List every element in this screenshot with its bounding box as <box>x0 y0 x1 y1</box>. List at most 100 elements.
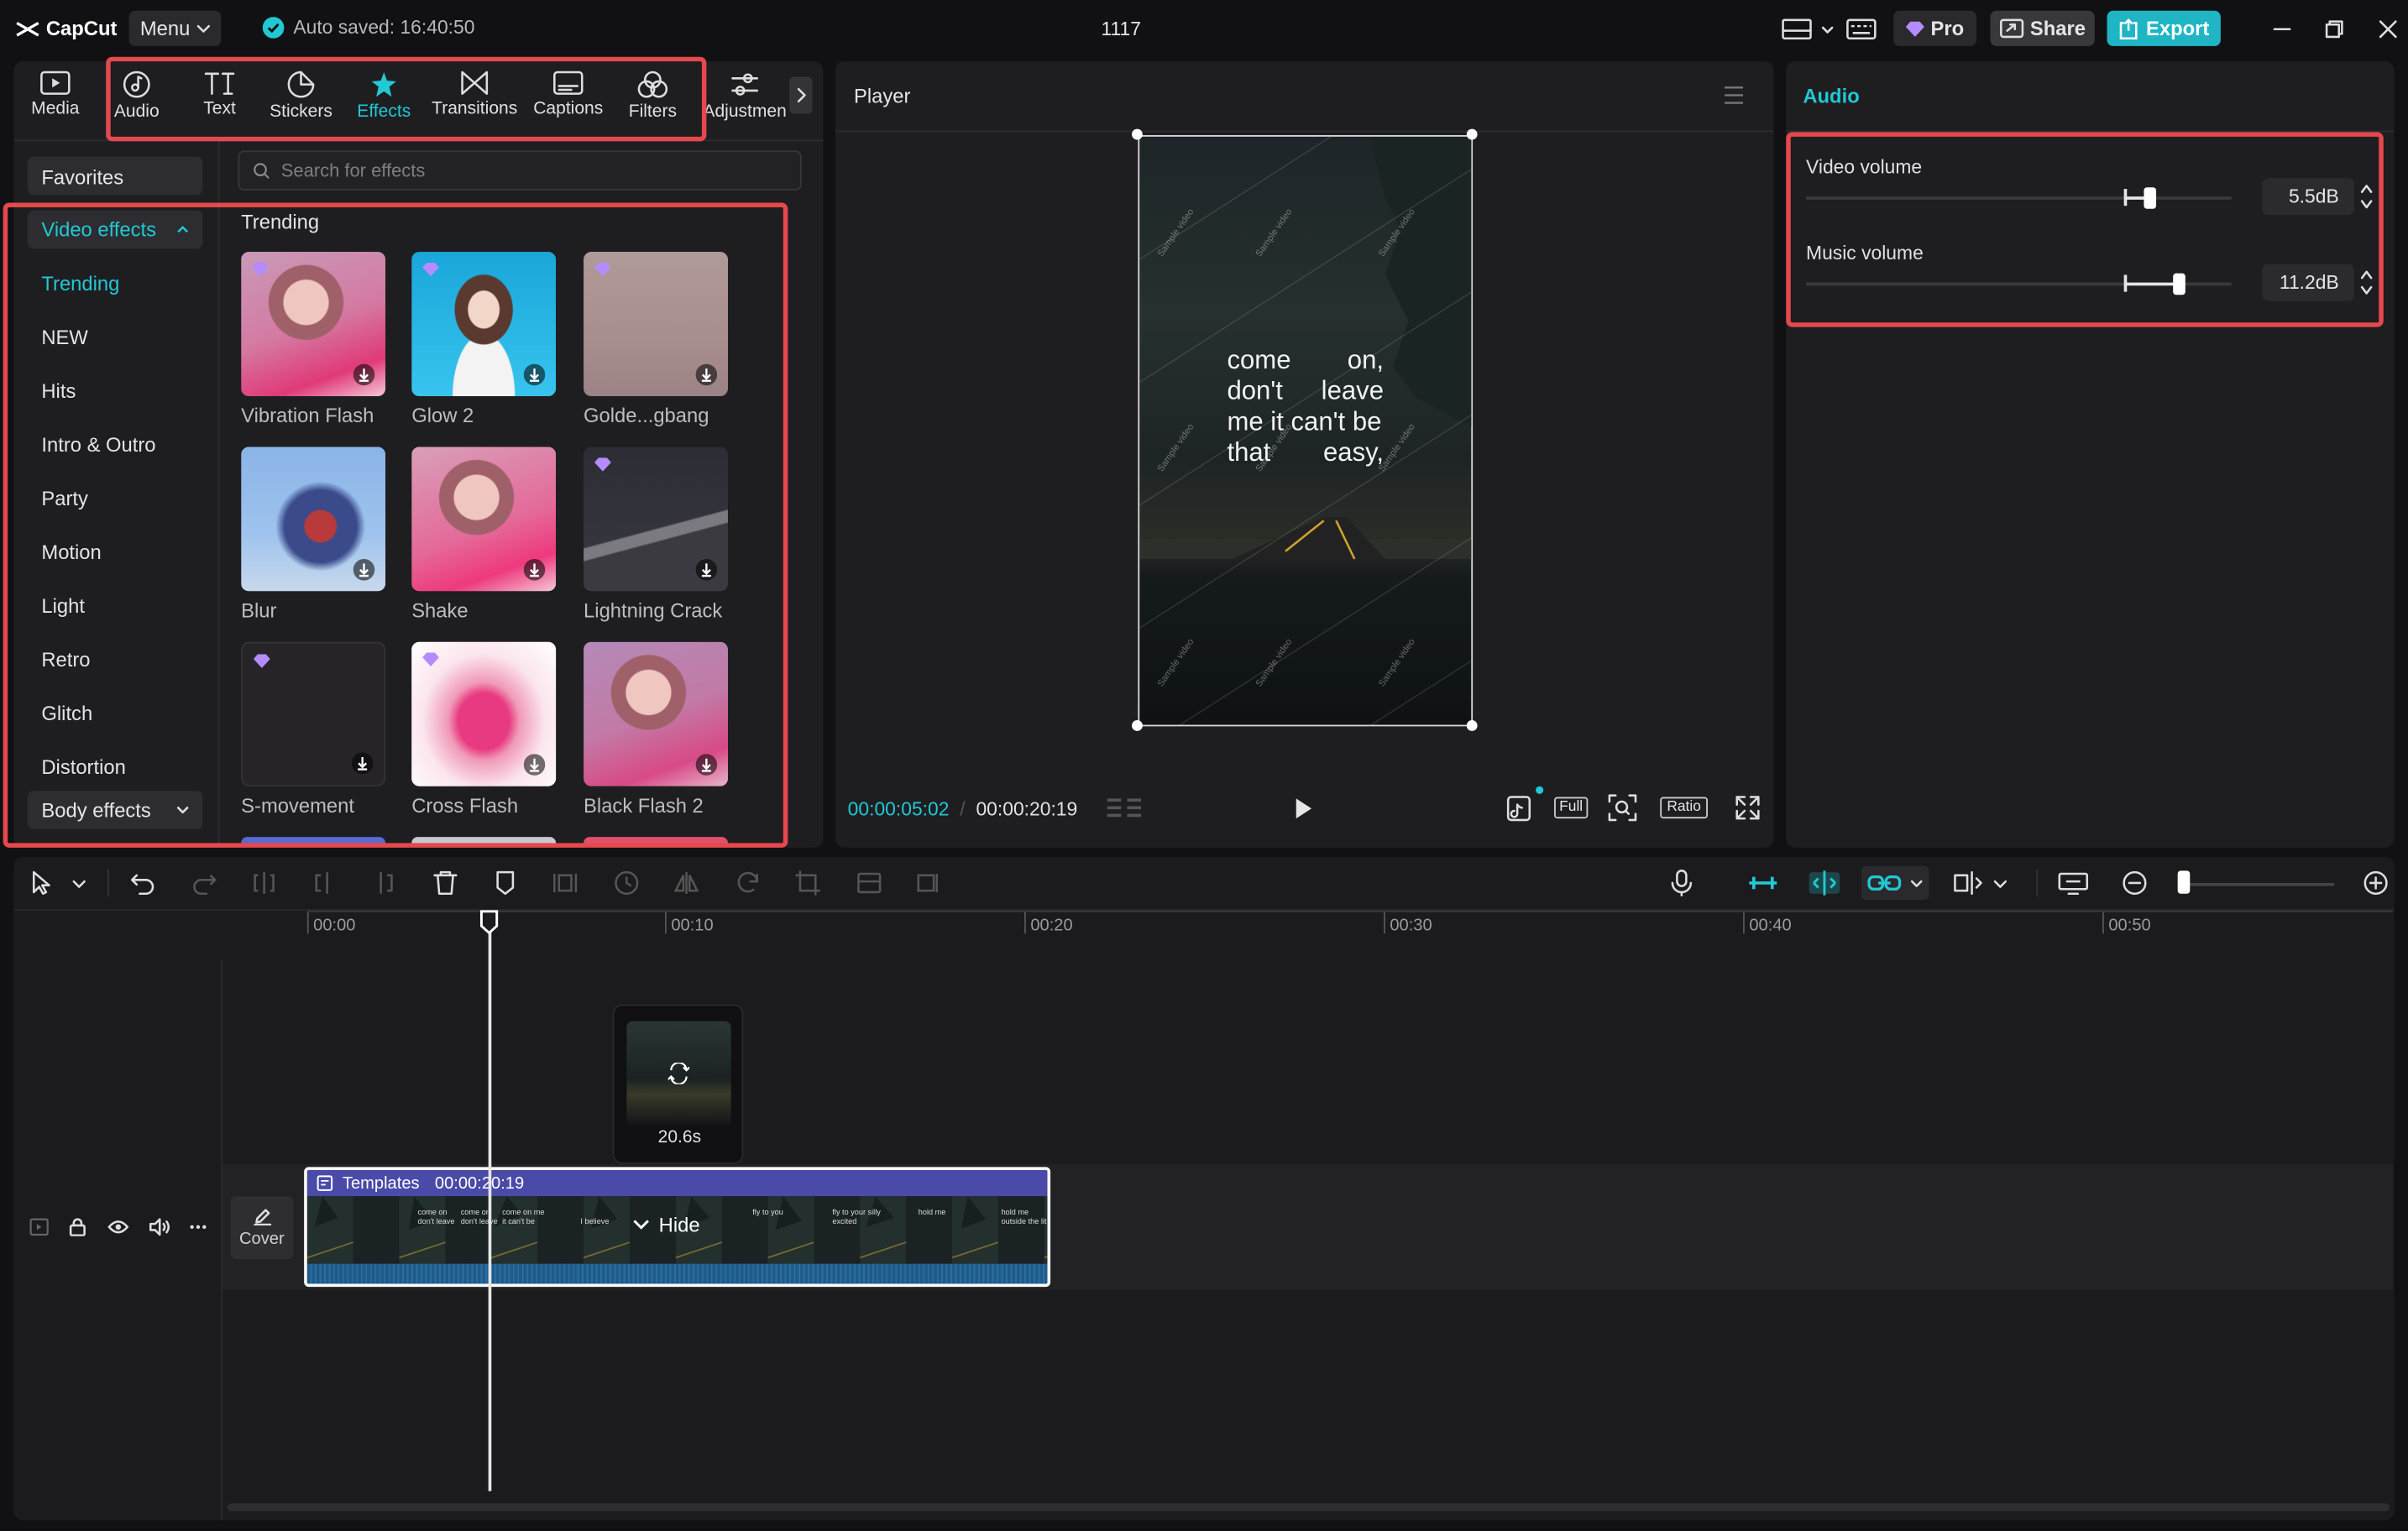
music-volume-thumb[interactable] <box>2173 273 2186 295</box>
effect-card[interactable]: Shake <box>411 447 557 622</box>
split-icon[interactable] <box>250 869 278 896</box>
keyboard-icon[interactable] <box>1846 18 1877 40</box>
tab-stickers[interactable]: Stickers <box>259 71 343 126</box>
zoom-slider-thumb[interactable] <box>2177 870 2191 894</box>
floating-clip[interactable]: 20.6s <box>612 1004 744 1164</box>
video-preview[interactable]: Sample video Sample video Sample video S… <box>1138 134 1474 727</box>
effect-card[interactable]: Vibration Flash <box>241 252 386 427</box>
zoom-fit-icon[interactable] <box>1608 794 1637 822</box>
minimize-icon[interactable] <box>2273 20 2291 39</box>
chevron-down-icon[interactable] <box>72 880 86 889</box>
favorites-button[interactable]: Favorites <box>27 156 203 196</box>
search-input[interactable]: Search for effects <box>238 150 802 191</box>
resize-handle[interactable] <box>1132 720 1143 731</box>
effect-card[interactable]: Lightning Crack <box>584 447 728 622</box>
lock-icon[interactable] <box>69 1218 86 1236</box>
category-retro[interactable]: Retro <box>41 648 90 671</box>
auto-reframe-icon[interactable] <box>915 869 943 896</box>
download-icon[interactable] <box>695 558 718 581</box>
music-volume-field[interactable]: 11.2dB <box>2262 264 2355 301</box>
timeline-view-icon[interactable] <box>1106 797 1143 820</box>
category-new[interactable]: NEW <box>41 326 88 348</box>
category-trending[interactable]: Trending <box>41 272 119 295</box>
chevron-down-icon[interactable] <box>1993 880 2008 889</box>
download-icon[interactable] <box>523 558 546 581</box>
split-right-icon[interactable] <box>370 869 398 896</box>
redo-icon[interactable] <box>191 869 218 896</box>
effect-card[interactable]: Glow 2 <box>411 252 557 427</box>
mirror-icon[interactable] <box>673 869 700 896</box>
effect-card[interactable]: S-movement <box>241 641 386 817</box>
resize-handle[interactable] <box>1466 128 1478 140</box>
zoom-out-icon[interactable] <box>2121 869 2149 896</box>
select-tool-icon[interactable] <box>28 869 55 896</box>
effect-card[interactable]: Blur <box>241 447 386 622</box>
link-button[interactable] <box>1861 865 1929 901</box>
rotate-icon[interactable] <box>734 869 762 896</box>
category-intro-outro[interactable]: Intro & Outro <box>41 433 155 456</box>
video-effects-group[interactable]: Video effects <box>27 210 203 249</box>
download-icon[interactable] <box>351 752 374 775</box>
audio-panel-title[interactable]: Audio <box>1803 85 1859 107</box>
playhead-handle[interactable] <box>479 909 500 935</box>
hide-button[interactable]: Hide <box>633 1213 700 1236</box>
download-icon[interactable] <box>695 363 718 386</box>
pro-button[interactable]: Pro <box>1893 10 1977 46</box>
layout-switcher[interactable] <box>1782 18 1834 40</box>
main-track-magnet-icon[interactable] <box>1746 869 1780 896</box>
effect-card[interactable]: Black Flash 2 <box>584 641 728 817</box>
resize-handle[interactable] <box>1466 720 1478 731</box>
download-icon[interactable] <box>523 363 546 386</box>
download-icon[interactable] <box>353 363 375 386</box>
tools-scroll-right[interactable] <box>789 76 813 114</box>
speaker-icon[interactable] <box>149 1218 170 1236</box>
category-party[interactable]: Party <box>41 487 88 509</box>
freeze-icon[interactable] <box>552 869 579 896</box>
timeline-scrollbar[interactable] <box>227 1503 2390 1512</box>
remove-background-icon[interactable] <box>856 869 883 896</box>
tab-media[interactable]: Media <box>13 71 97 126</box>
restore-icon[interactable] <box>2325 20 2343 39</box>
full-quality-button[interactable]: Full <box>1554 797 1589 819</box>
tiktok-preview-button[interactable] <box>1506 786 1544 822</box>
zoom-in-icon[interactable] <box>2362 869 2390 896</box>
tab-effects[interactable]: Effects <box>343 71 426 126</box>
tab-captions[interactable]: Captions <box>526 71 610 126</box>
video-volume-thumb[interactable] <box>2144 187 2157 209</box>
export-button[interactable]: Export <box>2107 10 2221 46</box>
player-menu-icon[interactable] <box>1723 86 1745 104</box>
download-icon[interactable] <box>695 754 718 776</box>
marker-icon[interactable] <box>491 869 519 896</box>
reverse-icon[interactable] <box>613 869 641 896</box>
category-light[interactable]: Light <box>41 594 85 617</box>
download-icon[interactable] <box>523 754 546 776</box>
video-volume-track[interactable] <box>1806 196 2232 200</box>
download-icon[interactable] <box>353 558 375 581</box>
play-icon[interactable] <box>1295 797 1313 820</box>
undo-icon[interactable] <box>129 869 157 896</box>
body-effects-group[interactable]: Body effects <box>27 791 203 829</box>
tab-filters[interactable]: Filters <box>611 71 694 126</box>
tab-text[interactable]: Text <box>178 71 261 126</box>
preview-axis-icon[interactable] <box>1952 869 1986 896</box>
share-button[interactable]: Share <box>1990 10 2095 46</box>
template-clip[interactable]: Templates 00:00:20:19 come on don't leav… <box>304 1167 1051 1288</box>
fullscreen-icon[interactable] <box>1735 796 1760 820</box>
category-hits[interactable]: Hits <box>41 379 76 402</box>
close-icon[interactable] <box>2379 20 2397 39</box>
category-glitch[interactable]: Glitch <box>41 702 92 724</box>
auto-snap-icon[interactable] <box>1808 869 1841 896</box>
effect-card[interactable]: Cross Flash <box>411 641 557 817</box>
music-volume-stepper-icon[interactable] <box>2360 269 2373 296</box>
cover-button[interactable]: Cover <box>230 1196 294 1260</box>
split-left-icon[interactable] <box>310 869 338 896</box>
zoom-slider-track[interactable] <box>2180 882 2335 886</box>
tab-transitions[interactable]: Transitions <box>432 71 517 126</box>
tab-audio[interactable]: Audio <box>95 71 178 126</box>
video-volume-field[interactable]: 5.5dB <box>2262 178 2355 216</box>
category-distortion[interactable]: Distortion <box>41 755 125 778</box>
effect-card[interactable]: Golde...gbang <box>584 252 728 427</box>
screen-fit-icon[interactable] <box>2058 869 2089 896</box>
resize-handle[interactable] <box>1132 128 1143 140</box>
microphone-icon[interactable] <box>1667 869 1695 896</box>
